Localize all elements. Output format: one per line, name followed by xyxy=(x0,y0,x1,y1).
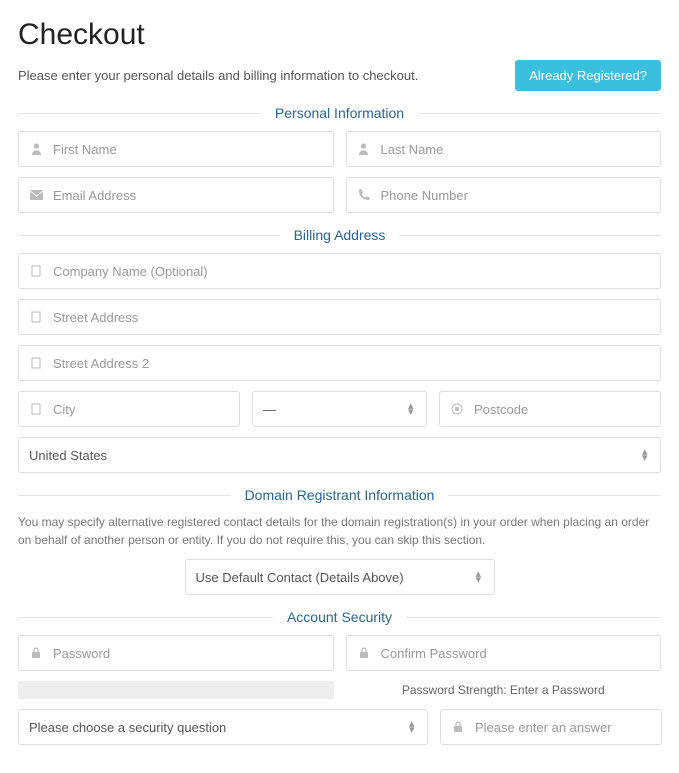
city-field[interactable] xyxy=(18,391,240,427)
building-icon xyxy=(19,311,53,323)
security-question-select[interactable]: Please choose a security question ▴▾ xyxy=(18,709,428,745)
city-input[interactable] xyxy=(53,392,239,426)
section-domain-registrant: Domain Registrant Information xyxy=(18,487,661,503)
street1-field[interactable] xyxy=(18,299,661,335)
certificate-icon xyxy=(440,403,474,415)
phone-input[interactable] xyxy=(381,178,661,212)
lock-icon xyxy=(441,721,475,733)
building-icon xyxy=(19,403,53,415)
lock-icon xyxy=(347,647,381,659)
envelope-icon xyxy=(19,190,53,200)
chevron-updown-icon: ▴▾ xyxy=(642,449,652,461)
registrant-contact-select[interactable]: Use Default Contact (Details Above) ▴▾ xyxy=(185,559,495,595)
security-answer-field[interactable] xyxy=(440,709,662,745)
security-answer-input[interactable] xyxy=(475,710,661,744)
already-registered-button[interactable]: Already Registered? xyxy=(515,60,661,91)
postcode-field[interactable] xyxy=(439,391,661,427)
section-personal: Personal Information xyxy=(18,105,661,121)
state-select[interactable]: — ▴▾ xyxy=(252,391,427,427)
password-strength-bar xyxy=(18,681,334,699)
confirm-password-field[interactable] xyxy=(346,635,662,671)
phone-icon xyxy=(347,189,381,201)
phone-field[interactable] xyxy=(346,177,662,213)
password-strength-label: Password Strength: Enter a Password xyxy=(346,683,662,697)
company-input[interactable] xyxy=(53,254,660,288)
section-billing: Billing Address xyxy=(18,227,661,243)
first-name-field[interactable] xyxy=(18,131,334,167)
page-title: Checkout xyxy=(18,18,661,52)
chevron-updown-icon: ▴▾ xyxy=(409,721,419,733)
lock-icon xyxy=(19,647,53,659)
postcode-input[interactable] xyxy=(474,392,660,426)
building-icon xyxy=(19,357,53,369)
last-name-field[interactable] xyxy=(346,131,662,167)
street2-field[interactable] xyxy=(18,345,661,381)
email-field[interactable] xyxy=(18,177,334,213)
building-icon xyxy=(19,265,53,277)
user-icon xyxy=(347,143,381,155)
user-icon xyxy=(19,143,53,155)
last-name-input[interactable] xyxy=(381,132,661,166)
country-select[interactable]: United States ▴▾ xyxy=(18,437,661,473)
street2-input[interactable] xyxy=(53,346,660,380)
street1-input[interactable] xyxy=(53,300,660,334)
section-account-security: Account Security xyxy=(18,609,661,625)
page-subtitle: Please enter your personal details and b… xyxy=(18,68,418,83)
email-input[interactable] xyxy=(53,178,333,212)
chevron-updown-icon: ▴▾ xyxy=(476,571,486,583)
company-field[interactable] xyxy=(18,253,661,289)
chevron-updown-icon: ▴▾ xyxy=(408,403,418,415)
domain-registrant-help: You may specify alternative registered c… xyxy=(18,513,661,549)
first-name-input[interactable] xyxy=(53,132,333,166)
password-field[interactable] xyxy=(18,635,334,671)
